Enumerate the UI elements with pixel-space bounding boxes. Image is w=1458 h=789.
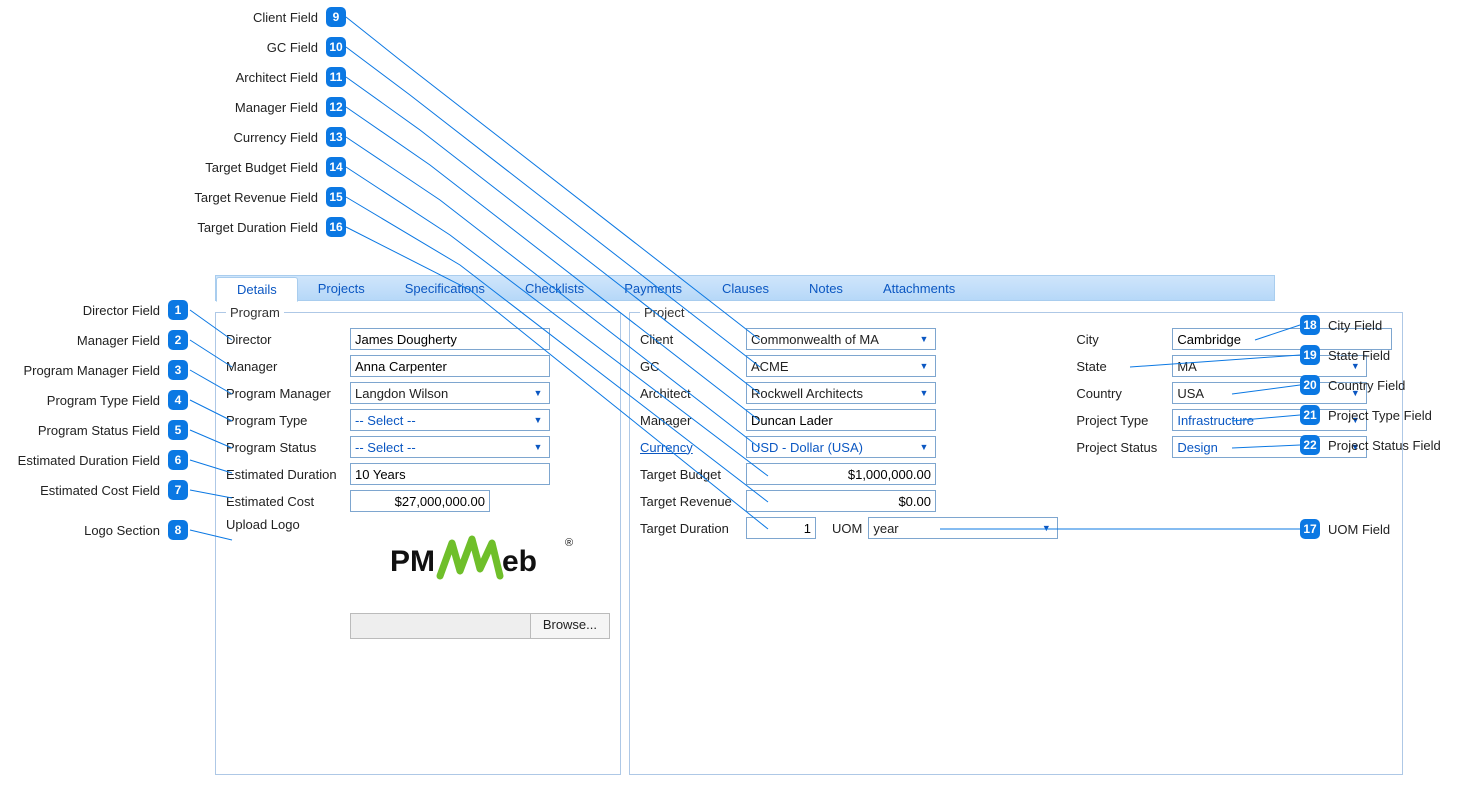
program-type-select[interactable]: -- Select --▼ xyxy=(350,409,550,431)
callout-14: Target Budget Field14 xyxy=(205,157,346,177)
project-legend: Project xyxy=(640,305,688,320)
upload-logo-label: Upload Logo xyxy=(226,517,344,532)
callout-9: Client Field9 xyxy=(253,7,346,27)
program-status-label: Program Status xyxy=(226,440,344,455)
project-manager-label: Manager xyxy=(640,413,740,428)
callout-22: 22Project Status Field xyxy=(1300,435,1441,455)
chevron-down-icon: ▼ xyxy=(917,440,931,454)
uom-select[interactable]: year▼ xyxy=(868,517,1058,539)
state-label: State xyxy=(1076,359,1166,374)
callout-13: Currency Field13 xyxy=(233,127,346,147)
callout-4: Program Type Field4 xyxy=(47,390,188,410)
callout-21: 21Project Type Field xyxy=(1300,405,1432,425)
callout-17: 17UOM Field xyxy=(1300,519,1390,539)
tab-projects[interactable]: Projects xyxy=(298,276,385,300)
gc-select[interactable]: ACME▼ xyxy=(746,355,936,377)
tab-payments[interactable]: Payments xyxy=(604,276,702,300)
callout-19: 19State Field xyxy=(1300,345,1390,365)
currency-label[interactable]: Currency xyxy=(640,440,740,455)
est-duration-field[interactable] xyxy=(350,463,550,485)
svg-text:PM: PM xyxy=(390,545,435,578)
target-revenue-field[interactable] xyxy=(746,490,936,512)
program-manager-label: Manager xyxy=(226,359,344,374)
project-manager-field[interactable] xyxy=(746,409,936,431)
architect-select[interactable]: Rockwell Architects▼ xyxy=(746,382,936,404)
browse-bar: Browse... xyxy=(350,613,610,639)
architect-label: Architect xyxy=(640,386,740,401)
client-label: Client xyxy=(640,332,740,347)
callout-18: 18City Field xyxy=(1300,315,1382,335)
director-label: Director xyxy=(226,332,344,347)
chevron-down-icon: ▼ xyxy=(1039,521,1053,535)
callout-15: Target Revenue Field15 xyxy=(194,187,346,207)
uom-label: UOM xyxy=(832,521,862,536)
chevron-down-icon: ▼ xyxy=(531,413,545,427)
program-pm-label: Program Manager xyxy=(226,386,344,401)
target-budget-label: Target Budget xyxy=(640,467,740,482)
city-label: City xyxy=(1076,332,1166,347)
callout-5: Program Status Field5 xyxy=(38,420,188,440)
chevron-down-icon: ▼ xyxy=(917,386,931,400)
tab-checklists[interactable]: Checklists xyxy=(505,276,604,300)
callout-16: Target Duration Field16 xyxy=(197,217,346,237)
country-label: Country xyxy=(1076,386,1166,401)
callout-20: 20Country Field xyxy=(1300,375,1405,395)
est-cost-label: Estimated Cost xyxy=(226,494,344,509)
tab-attachments[interactable]: Attachments xyxy=(863,276,975,300)
chevron-down-icon: ▼ xyxy=(917,359,931,373)
callout-11: Architect Field11 xyxy=(236,67,346,87)
program-status-select[interactable]: -- Select --▼ xyxy=(350,436,550,458)
logo-preview: PM eb ® xyxy=(350,521,610,601)
callout-8: Logo Section8 xyxy=(84,520,188,540)
program-fieldset: Program Director Manager Program Manager… xyxy=(215,305,621,775)
project-fieldset: Project Client Commonwealth of MA▼ GC AC… xyxy=(629,305,1403,775)
est-duration-label: Estimated Duration xyxy=(226,467,344,482)
tab-bar: Details Projects Specifications Checklis… xyxy=(215,275,1275,301)
target-duration-field[interactable] xyxy=(746,517,816,539)
project-status-label: Project Status xyxy=(1076,440,1166,455)
currency-select[interactable]: USD - Dollar (USA)▼ xyxy=(746,436,936,458)
callout-3: Program Manager Field3 xyxy=(23,360,188,380)
target-budget-field[interactable] xyxy=(746,463,936,485)
callout-6: Estimated Duration Field6 xyxy=(18,450,188,470)
svg-text:eb: eb xyxy=(502,545,537,578)
director-field[interactable] xyxy=(350,328,550,350)
program-manager-field[interactable] xyxy=(350,355,550,377)
tab-notes[interactable]: Notes xyxy=(789,276,863,300)
browse-button[interactable]: Browse... xyxy=(530,614,609,638)
client-select[interactable]: Commonwealth of MA▼ xyxy=(746,328,936,350)
project-type-label: Project Type xyxy=(1076,413,1166,428)
program-type-label: Program Type xyxy=(226,413,344,428)
chevron-down-icon: ▼ xyxy=(531,386,545,400)
tab-specifications[interactable]: Specifications xyxy=(385,276,505,300)
tab-details[interactable]: Details xyxy=(216,277,298,302)
callout-10: GC Field10 xyxy=(267,37,346,57)
est-cost-field[interactable] xyxy=(350,490,490,512)
tab-clauses[interactable]: Clauses xyxy=(702,276,789,300)
chevron-down-icon: ▼ xyxy=(531,440,545,454)
target-revenue-label: Target Revenue xyxy=(640,494,740,509)
svg-text:®: ® xyxy=(565,537,573,549)
program-legend: Program xyxy=(226,305,284,320)
callout-2: Manager Field2 xyxy=(77,330,188,350)
callout-1: Director Field1 xyxy=(83,300,188,320)
callout-12: Manager Field12 xyxy=(235,97,346,117)
callout-7: Estimated Cost Field7 xyxy=(40,480,188,500)
gc-label: GC xyxy=(640,359,740,374)
target-duration-label: Target Duration xyxy=(640,521,740,536)
details-panel: Details Projects Specifications Checklis… xyxy=(215,275,1275,777)
program-pm-select[interactable]: Langdon Wilson▼ xyxy=(350,382,550,404)
chevron-down-icon: ▼ xyxy=(917,332,931,346)
